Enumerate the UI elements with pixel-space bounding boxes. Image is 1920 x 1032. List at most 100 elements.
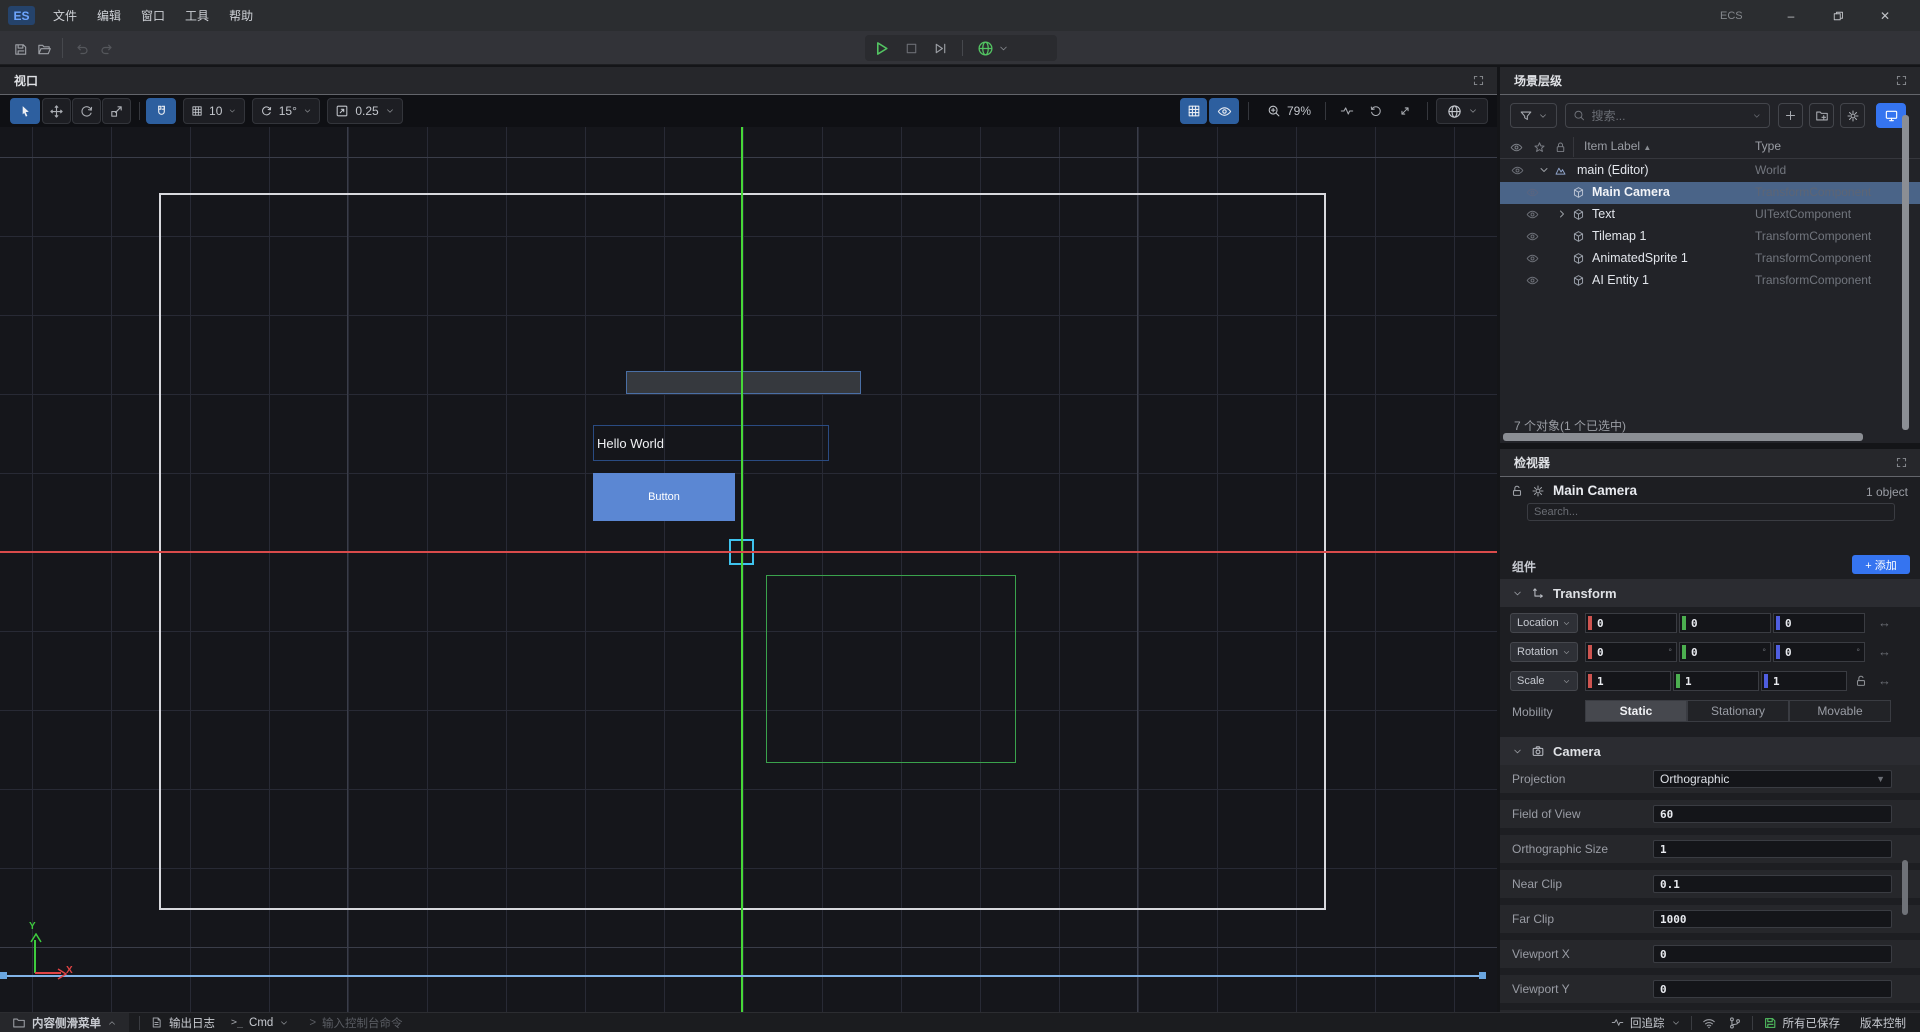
guide-handle-right[interactable] (1479, 972, 1486, 979)
eye-icon[interactable] (1526, 230, 1539, 243)
eye-icon[interactable] (1526, 208, 1539, 221)
menu-file[interactable]: 文件 (43, 0, 87, 31)
far-clip-input[interactable]: 1000 (1653, 910, 1892, 928)
network-status[interactable] (1702, 1016, 1716, 1030)
inspector-search[interactable] (1527, 503, 1895, 521)
menu-tools[interactable]: 工具 (175, 0, 219, 31)
maximize-button[interactable] (1821, 0, 1855, 31)
row-label[interactable]: Tilemap 1 (1592, 229, 1646, 243)
play-button[interactable] (873, 40, 890, 57)
grid-snap-dropdown[interactable]: 10 (183, 98, 245, 124)
rotation-dropdown[interactable]: Rotation (1510, 642, 1578, 662)
snap-toggle-button[interactable] (146, 98, 176, 124)
chevron-right-icon[interactable] (1556, 208, 1568, 220)
expand-view-button[interactable] (1392, 98, 1418, 124)
source-control-branch[interactable] (1728, 1016, 1742, 1030)
hierarchy-row-text[interactable]: Text UITextComponent (1500, 204, 1920, 226)
inspector-search-input[interactable] (1534, 506, 1888, 518)
location-y-field[interactable]: 0 (1679, 613, 1771, 633)
menu-window[interactable]: 窗口 (131, 0, 175, 31)
viewport-x-input[interactable]: 0 (1653, 945, 1892, 963)
ui-slider-object[interactable] (626, 371, 861, 394)
eye-icon[interactable] (1526, 186, 1539, 199)
undo-button[interactable] (72, 39, 92, 59)
chevron-down-icon[interactable] (1538, 164, 1550, 176)
minimize-button[interactable]: – (1774, 0, 1808, 31)
hierarchy-row-main[interactable]: main (Editor) World (1500, 160, 1920, 182)
row-label[interactable]: Main Camera (1592, 185, 1670, 199)
field-of-view-input[interactable]: 60 (1653, 805, 1892, 823)
hierarchy-horizontal-scrollbar[interactable] (1503, 433, 1863, 441)
inspector-fullscreen-button[interactable] (1895, 456, 1908, 469)
scale-dropdown[interactable]: Scale (1510, 671, 1578, 691)
location-z-field[interactable]: 0 (1773, 613, 1865, 633)
mobility-static[interactable]: Static (1585, 700, 1687, 722)
mobility-stationary[interactable]: Stationary (1687, 700, 1789, 722)
version-control-button[interactable]: 版本控制 (1860, 1015, 1906, 1031)
hierarchy-row-animatedsprite[interactable]: AnimatedSprite 1 TransformComponent (1500, 248, 1920, 270)
close-button[interactable]: ✕ (1868, 0, 1902, 31)
column-item-label[interactable]: Item Label ▲ (1584, 139, 1651, 153)
ui-button-object[interactable]: Button (593, 473, 735, 521)
gear-icon[interactable] (1531, 484, 1545, 498)
hierarchy-row-tilemap[interactable]: Tilemap 1 TransformComponent (1500, 226, 1920, 248)
scale-unlock-icon[interactable] (1854, 674, 1868, 688)
console-command-input[interactable]: > 输入控制台命令 (309, 1015, 402, 1031)
scale-z-field[interactable]: 1 (1761, 671, 1847, 691)
column-type[interactable]: Type (1755, 139, 1781, 153)
transform-section-header[interactable]: Transform (1500, 579, 1920, 607)
projection-dropdown[interactable]: Orthographic▼ (1653, 770, 1892, 788)
eye-icon[interactable] (1526, 252, 1539, 265)
scale-snap-dropdown[interactable]: 0.25 (327, 98, 403, 124)
content-drawer-tab[interactable]: 内容侧滑菜单 (0, 1013, 129, 1032)
eye-column-icon[interactable] (1510, 141, 1523, 154)
cmd-dropdown[interactable]: >_ Cmd (231, 1017, 289, 1029)
row-label[interactable]: AI Entity 1 (1592, 273, 1649, 287)
stop-button[interactable] (904, 41, 919, 56)
location-x-field[interactable]: 0 (1585, 613, 1677, 633)
ui-text-object[interactable]: Hello World (593, 425, 829, 461)
redo-button[interactable] (97, 39, 117, 59)
platform-selector[interactable] (977, 40, 1009, 57)
rotation-y-field[interactable]: 0° (1679, 642, 1771, 662)
row-label[interactable]: Text (1592, 207, 1615, 221)
scale-y-field[interactable]: 1 (1673, 671, 1759, 691)
select-tool-button[interactable] (10, 98, 40, 124)
hierarchy-row-ai-entity[interactable]: AI Entity 1 TransformComponent (1500, 270, 1920, 292)
viewport-y-input[interactable]: 0 (1653, 980, 1892, 998)
step-button[interactable] (933, 41, 948, 56)
scene-canvas[interactable]: Hello World Button Y X (0, 127, 1497, 1012)
scale-tool-button[interactable] (102, 98, 131, 124)
location-dropdown[interactable]: Location (1510, 613, 1578, 633)
menu-help[interactable]: 帮助 (219, 0, 263, 31)
row-label[interactable]: main (Editor) (1577, 163, 1649, 177)
move-tool-button[interactable] (42, 98, 71, 124)
hierarchy-vertical-scrollbar[interactable] (1902, 115, 1909, 430)
output-log-button[interactable]: 输出日志 (150, 1015, 215, 1031)
guide-line[interactable] (0, 975, 1484, 977)
eye-icon[interactable] (1511, 164, 1524, 177)
scale-x-field[interactable]: 1 (1585, 671, 1671, 691)
scale-link-icon[interactable]: ↔ (1878, 673, 1891, 688)
open-button[interactable] (34, 39, 54, 59)
location-link-icon[interactable]: ↔ (1878, 615, 1891, 630)
save-button[interactable] (10, 39, 30, 59)
hierarchy-fullscreen-button[interactable] (1895, 74, 1908, 87)
hierarchy-search-input[interactable] (1591, 109, 1746, 123)
unlock-icon[interactable] (1510, 484, 1524, 498)
inspector-vertical-scrollbar[interactable] (1902, 860, 1908, 915)
mobility-movable[interactable]: Movable (1789, 700, 1891, 722)
eye-icon[interactable] (1526, 274, 1539, 287)
rotate-tool-button[interactable] (72, 98, 101, 124)
hierarchy-search[interactable] (1565, 103, 1770, 128)
viewport-fullscreen-button[interactable] (1472, 74, 1485, 87)
hierarchy-row-main-camera[interactable]: Main Camera TransformComponent (1500, 182, 1920, 204)
orthographic-size-input[interactable]: 1 (1653, 840, 1892, 858)
stats-button[interactable] (1334, 98, 1360, 124)
hierarchy-settings-button[interactable] (1840, 103, 1865, 128)
rotation-x-field[interactable]: 0° (1585, 642, 1677, 662)
lock-column-icon[interactable] (1554, 141, 1567, 154)
save-status[interactable]: 所有已保存 (1763, 1015, 1841, 1031)
star-column-icon[interactable] (1533, 141, 1546, 154)
rotate-snap-dropdown[interactable]: 15° (252, 98, 320, 124)
